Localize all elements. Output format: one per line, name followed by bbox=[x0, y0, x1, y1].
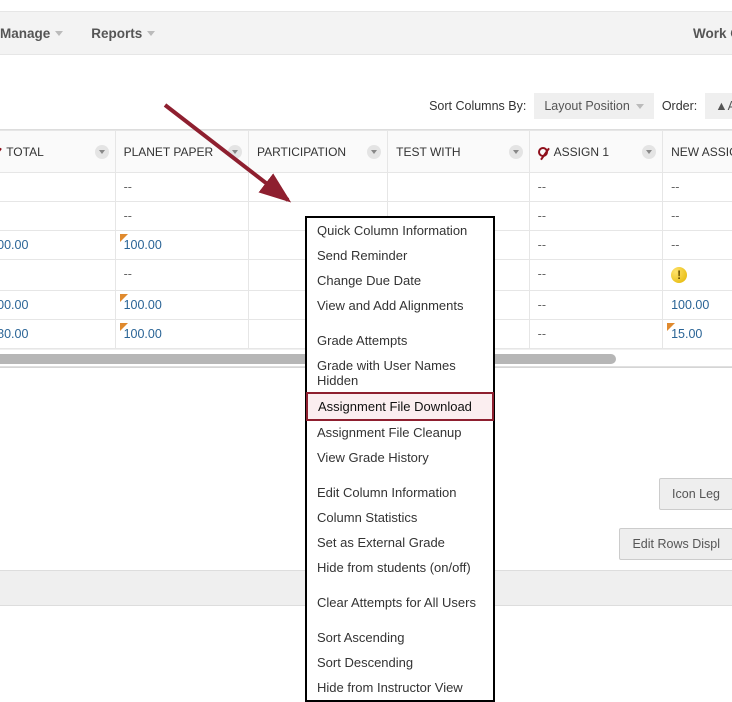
grade-cell[interactable]: -- bbox=[115, 260, 248, 291]
menu-item[interactable]: Change Due Date bbox=[307, 268, 493, 293]
sort-select[interactable]: Layout Position bbox=[534, 93, 653, 119]
menu-item[interactable]: Quick Column Information bbox=[307, 218, 493, 243]
attention-icon: ! bbox=[671, 267, 687, 283]
menu-manage[interactable]: Manage bbox=[0, 26, 63, 41]
order-label: Order: bbox=[662, 99, 697, 113]
menu-item[interactable]: Send Reminder bbox=[307, 243, 493, 268]
needs-grading-icon bbox=[667, 323, 675, 331]
menu-item[interactable]: Grade with User Names Hidden bbox=[307, 353, 493, 393]
grade-cell[interactable]: 180.00 bbox=[0, 320, 115, 349]
chevron-down-icon[interactable] bbox=[95, 145, 109, 159]
sort-label: Sort Columns By: bbox=[429, 99, 526, 113]
grade-cell[interactable]: -- bbox=[529, 291, 662, 320]
grade-cell[interactable]: -- bbox=[529, 173, 662, 202]
grade-cell[interactable] bbox=[248, 173, 387, 202]
menu-item[interactable]: Sort Ascending bbox=[307, 625, 493, 650]
grade-cell[interactable]: -- bbox=[0, 202, 115, 231]
column-label: PARTICIPATION bbox=[257, 145, 346, 159]
grade-cell[interactable]: -- bbox=[663, 231, 732, 260]
menu-item[interactable]: Sort Descending bbox=[307, 650, 493, 675]
grade-cell[interactable]: 100.00 bbox=[115, 231, 248, 260]
menu-reports[interactable]: Reports bbox=[91, 26, 155, 41]
grade-cell[interactable]: -- bbox=[663, 202, 732, 231]
column-label: PLANET PAPER bbox=[124, 145, 214, 159]
sort-controls: Sort Columns By: Layout Position Order: … bbox=[0, 55, 732, 129]
chevron-down-icon[interactable] bbox=[367, 145, 381, 159]
grade-cell[interactable] bbox=[388, 173, 530, 202]
menu-item[interactable]: Assignment File Download bbox=[306, 392, 494, 421]
menu-item[interactable]: Assignment File Cleanup bbox=[307, 420, 493, 445]
grade-cell[interactable]: -- bbox=[663, 173, 732, 202]
menu-item[interactable]: Grade Attempts bbox=[307, 328, 493, 353]
menu-work-offline[interactable]: Work Offline bbox=[693, 26, 732, 41]
grade-cell[interactable]: ! bbox=[663, 260, 732, 291]
menu-item[interactable]: Hide from Instructor View bbox=[307, 675, 493, 700]
chevron-down-icon[interactable] bbox=[228, 145, 242, 159]
column-header[interactable]: NEW ASSIGNMENT bbox=[663, 131, 732, 173]
grade-cell[interactable]: -- bbox=[115, 173, 248, 202]
table-row: -------- bbox=[0, 173, 732, 202]
grade-cell[interactable]: 100.00 bbox=[115, 291, 248, 320]
grade-cell[interactable]: -- bbox=[0, 173, 115, 202]
help-text: … bbox=[0, 0, 732, 11]
grade-cell[interactable]: 200.00 bbox=[0, 291, 115, 320]
column-label: TOTAL bbox=[6, 145, 44, 159]
column-label: ASSIGN 1 bbox=[554, 145, 609, 159]
menu-item[interactable]: Hide from students (on/off) bbox=[307, 555, 493, 580]
grade-cell[interactable]: -- bbox=[529, 260, 662, 291]
grade-cell[interactable]: 100.00 bbox=[115, 320, 248, 349]
needs-grading-icon bbox=[120, 234, 128, 242]
graded-column-icon bbox=[538, 147, 548, 157]
menu-item[interactable]: Edit Column Information bbox=[307, 480, 493, 505]
menu-item[interactable]: Column Statistics bbox=[307, 505, 493, 530]
chevron-down-icon bbox=[636, 104, 644, 109]
grade-cell[interactable]: 100.00 bbox=[663, 291, 732, 320]
column-header[interactable]: TOTAL bbox=[0, 131, 115, 173]
order-select[interactable]: ▲Ascending bbox=[705, 93, 732, 119]
grade-cell[interactable]: -- bbox=[529, 202, 662, 231]
column-header[interactable]: PLANET PAPER bbox=[115, 131, 248, 173]
chevron-down-icon[interactable] bbox=[509, 145, 523, 159]
chevron-down-icon bbox=[147, 31, 155, 36]
needs-grading-icon bbox=[120, 323, 128, 331]
edit-rows-button[interactable]: Edit Rows Displ bbox=[619, 528, 732, 560]
menu-item[interactable]: Set as External Grade bbox=[307, 530, 493, 555]
grade-cell[interactable]: 100.00 bbox=[0, 231, 115, 260]
column-header[interactable]: TEST WITH bbox=[388, 131, 530, 173]
grade-cell[interactable]: -- bbox=[529, 231, 662, 260]
menu-item[interactable]: View and Add Alignments bbox=[307, 293, 493, 318]
column-context-menu: Quick Column InformationSend ReminderCha… bbox=[305, 216, 495, 702]
needs-grading-icon bbox=[120, 294, 128, 302]
grade-cell[interactable]: -- bbox=[0, 260, 115, 291]
grade-cell[interactable]: -- bbox=[529, 320, 662, 349]
column-label: TEST WITH bbox=[396, 145, 460, 159]
icon-legend-button[interactable]: Icon Leg bbox=[659, 478, 732, 510]
column-label: NEW ASSIGNMENT bbox=[671, 145, 732, 159]
grade-cell[interactable]: -- bbox=[115, 202, 248, 231]
column-header[interactable]: PARTICIPATION bbox=[248, 131, 387, 173]
toolbar: Manage Reports Work Offline bbox=[0, 11, 732, 55]
chevron-down-icon bbox=[55, 31, 63, 36]
menu-item[interactable]: View Grade History bbox=[307, 445, 493, 470]
grade-cell[interactable]: 15.00 bbox=[663, 320, 732, 349]
chevron-down-icon[interactable] bbox=[642, 145, 656, 159]
menu-item[interactable]: Clear Attempts for All Users bbox=[307, 590, 493, 615]
column-header[interactable]: ASSIGN 1 bbox=[529, 131, 662, 173]
